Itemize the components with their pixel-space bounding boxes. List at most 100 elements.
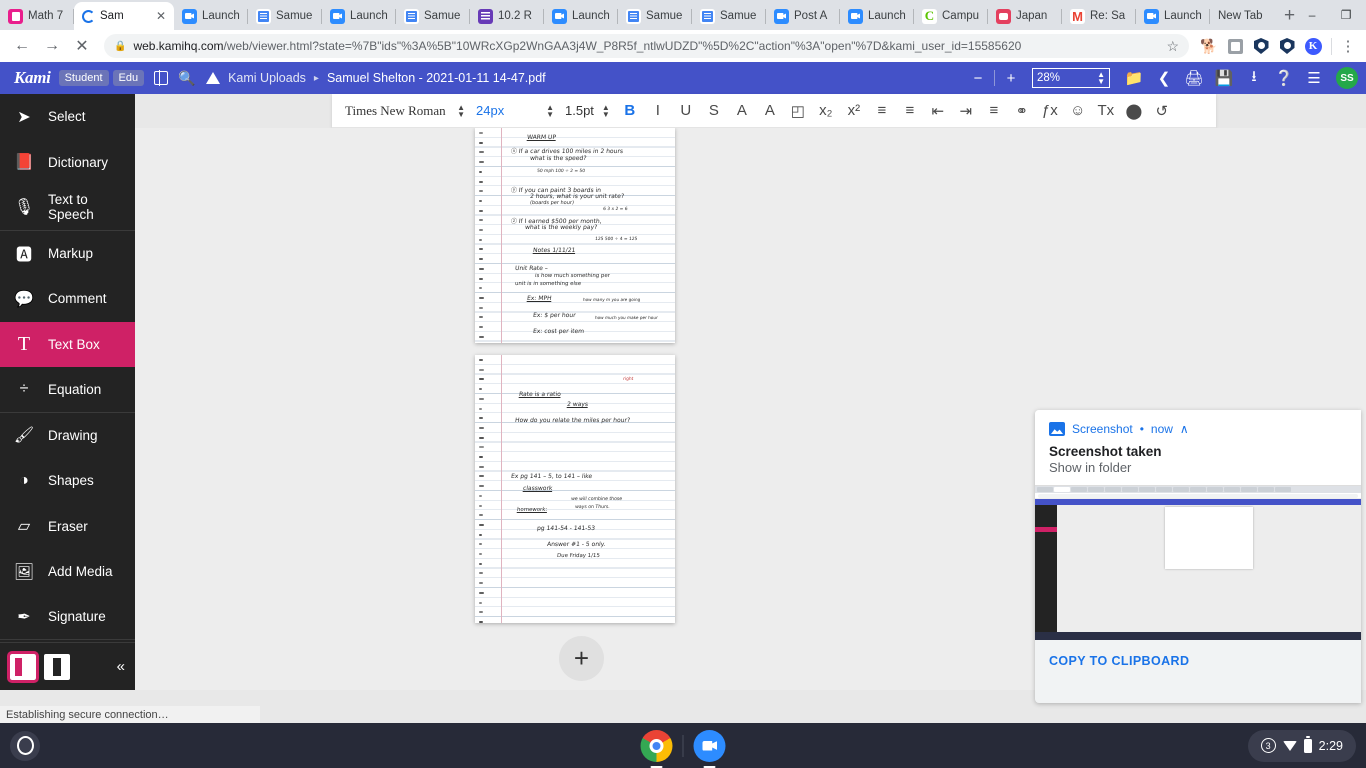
strikethrough-button[interactable]: S [700,98,728,124]
function-button[interactable]: ƒx [1036,98,1064,124]
system-tray[interactable]: 3 2:29 [1248,730,1356,762]
font-size-select[interactable]: 24px ▲ ▼ [471,99,559,123]
menu-icon[interactable]: ☰ [1300,65,1328,91]
line-spacing-select[interactable]: 1.5pt ▲ ▼ [560,99,615,123]
tool-text-box[interactable]: T Text Box [0,322,135,368]
google-drive-icon[interactable] [200,65,226,91]
browser-tab-12[interactable]: C Campu [914,2,988,30]
document-page-2[interactable]: right Rate is a ratio 2 ways How do you rel… [475,355,675,623]
toggle-panel-icon[interactable] [148,65,174,91]
split-view-button[interactable] [10,654,36,680]
font-family-select[interactable]: Times New Roman ▲ ▼ [340,99,470,123]
single-view-button[interactable] [44,654,70,680]
browser-tab-13[interactable]: Japan [988,2,1062,30]
tool-select[interactable]: ➤ Select [0,94,135,140]
outdent-button[interactable]: ⇤ [924,98,952,124]
browser-tab-1[interactable]: Sam ✕ [74,2,174,30]
browser-tab-5[interactable]: Samue [396,2,470,30]
emoji-button[interactable]: ☺ [1064,98,1092,124]
bulleted-list-button[interactable]: ≡ [896,98,924,124]
handwritten-line: Due Friday 1/15 [557,553,600,559]
align-button[interactable]: ≡ [980,98,1008,124]
extension-kami-icon[interactable]: K [1301,34,1325,58]
help-icon[interactable]: ❔ [1270,65,1298,91]
open-folder-icon[interactable]: 📁 [1120,65,1148,91]
extension-shield-2-icon[interactable] [1275,34,1299,58]
indent-button[interactable]: ⇥ [952,98,980,124]
forward-button[interactable]: → [38,32,66,60]
launcher-icon[interactable] [10,731,40,761]
zoom-in-button[interactable]: + [1000,67,1022,89]
numbered-list-button[interactable]: ≡ [868,98,896,124]
tool-dictionary[interactable]: 📕 Dictionary [0,140,135,186]
zoom-out-button[interactable]: − [967,67,989,89]
search-icon[interactable]: 🔍 [174,65,200,91]
tool-comment[interactable]: 💬 Comment [0,276,135,322]
subscript-button[interactable]: x₂ [812,98,840,124]
back-button[interactable]: ← [8,32,36,60]
extension-shield-icon[interactable] [1249,34,1273,58]
undo-button[interactable]: ↺ [1148,98,1176,124]
tool-shapes[interactable]: ◑ Shapes [0,458,135,504]
notification-subtitle[interactable]: Show in folder [1049,460,1347,475]
browser-tab-3[interactable]: Samue [248,2,322,30]
save-icon[interactable]: 💾 [1210,65,1238,91]
fill-color-button[interactable]: ◰ [784,98,812,124]
browser-tab-16[interactable]: New Tab [1210,2,1284,30]
print-icon[interactable]: 🖨 [1180,65,1208,91]
microphone-button[interactable]: ⬤ [1120,98,1148,124]
superscript-button[interactable]: x² [840,98,868,124]
browser-tab-2[interactable]: Launch [174,2,248,30]
maximize-button[interactable]: ❐ [1329,0,1363,30]
browser-tab-7[interactable]: Launch [544,2,618,30]
new-tab-button[interactable]: + [1284,2,1295,30]
zoom-app-icon[interactable] [694,730,726,762]
stop-loading-button[interactable]: ✕ [68,32,96,60]
screenshot-notification[interactable]: Screenshot • now ∧ Screenshot taken Show… [1035,410,1361,703]
browser-tab-0[interactable]: Math 7 [0,2,74,30]
italic-button[interactable]: I [644,98,672,124]
copy-to-clipboard-button[interactable]: COPY TO CLIPBOARD [1049,654,1347,668]
chrome-app-icon[interactable] [641,730,673,762]
tool-text-to-speech[interactable]: 🎙 Text to Speech [0,185,135,231]
notification-thumbnail[interactable] [1035,485,1361,640]
address-bar[interactable]: 🔒 web.kamihq.com/web/viewer.html?state=%… [104,34,1189,58]
minimize-button[interactable]: – [1295,0,1329,30]
kami-logo[interactable]: Kami [14,68,51,88]
download-icon[interactable]: ⭳ [1240,65,1268,91]
tool-equation[interactable]: ÷ Equation [0,367,135,413]
browser-menu-button[interactable]: ⋮ [1338,37,1358,55]
clear-format-button[interactable]: Tx [1092,98,1120,124]
tool-drawing[interactable]: 🖌 Drawing [0,413,135,459]
browser-tab-10[interactable]: Post A [766,2,840,30]
tool-signature[interactable]: ✒ Signature [0,595,135,641]
chevron-up-icon[interactable]: ∧ [1180,422,1189,436]
zoom-level-select[interactable]: 28% ▲ ▼ [1032,68,1110,88]
browser-tab-15[interactable]: Launch [1136,2,1210,30]
extension-gray-icon[interactable] [1223,34,1247,58]
collapse-sidebar-button[interactable]: « [117,658,125,675]
browser-tab-8[interactable]: Samue [618,2,692,30]
share-icon[interactable]: ❮ [1150,65,1178,91]
browser-tab-14[interactable]: M Re: Sa [1062,2,1136,30]
thumbnail-preview [1035,486,1361,640]
browser-tab-6[interactable]: 10.2 R [470,2,544,30]
bold-button[interactable]: B [616,98,644,124]
text-color-button[interactable]: A [728,98,756,124]
tool-add-media[interactable]: 🖼 Add Media [0,549,135,595]
underline-button[interactable]: U [672,98,700,124]
breadcrumb-root[interactable]: Kami Uploads [228,71,306,85]
avatar[interactable]: SS [1336,67,1358,89]
close-tab-icon[interactable]: ✕ [156,9,166,23]
browser-tab-4[interactable]: Launch [322,2,396,30]
highlight-button[interactable]: A [756,98,784,124]
link-button[interactable]: ⚭ [1008,98,1036,124]
add-page-button[interactable]: + [559,636,604,681]
browser-tab-9[interactable]: Samue [692,2,766,30]
document-page-1[interactable]: WARM UP ⓧ If a car drives 100 miles in 2 … [475,128,675,343]
extension-dog-icon[interactable]: 🐕 [1197,34,1221,58]
tool-markup[interactable]: 🅰 Markup [0,231,135,277]
browser-tab-11[interactable]: Launch [840,2,914,30]
bookmark-star-icon[interactable]: ☆ [1160,38,1179,55]
tool-eraser[interactable]: ▱ Eraser [0,504,135,550]
